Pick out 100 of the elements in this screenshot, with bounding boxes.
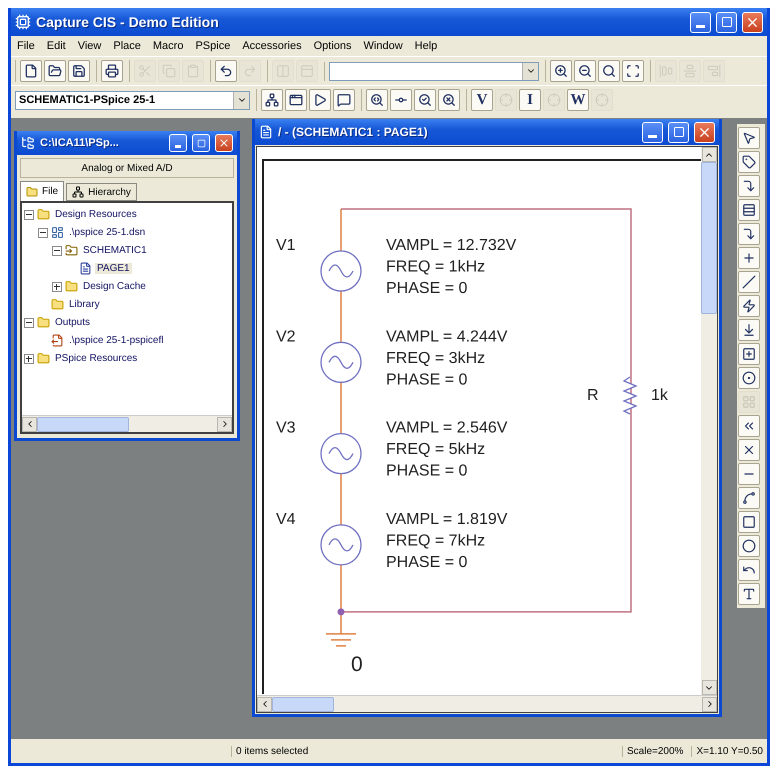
toolbar-button[interactable] [20,60,42,82]
expand-toggle[interactable] [52,282,62,292]
palette-button[interactable] [738,343,760,365]
marker-icon [595,93,609,107]
tree-item[interactable]: Design Cache [81,281,148,292]
collapse-toggle[interactable] [52,246,62,256]
palette-button[interactable] [738,295,760,317]
ground-symbol [326,633,356,647]
tree-item[interactable]: Outputs [53,317,92,328]
minimize-button[interactable] [642,122,663,142]
palette-button[interactable] [738,415,760,437]
ac-source-symbol [320,250,362,292]
toolbar-button[interactable] [414,89,436,111]
scroll-left-button[interactable] [22,416,37,432]
scroll-right-button[interactable] [217,416,232,432]
tree-item[interactable]: Library [67,299,102,310]
part-label: V3 [276,420,296,437]
palette-button[interactable] [738,367,760,389]
toolbar-button[interactable]: I [519,89,541,111]
toolbar-button[interactable] [333,89,355,111]
palette-button[interactable] [738,583,760,605]
palette-button[interactable] [738,151,760,173]
toolbar-button[interactable]: V [471,89,493,111]
menu-item[interactable]: Accessories [242,40,302,52]
toolbar-button[interactable] [261,89,283,111]
close-button[interactable] [742,12,763,32]
tab[interactable]: Hierarchy [66,183,137,201]
pin-icon [742,395,756,409]
toolbar-button[interactable] [44,60,66,82]
toolbar-button[interactable] [574,60,596,82]
toolbar-button[interactable] [438,89,460,111]
palette-button[interactable] [738,511,760,533]
tab[interactable]: File [20,181,64,201]
toolbar-button[interactable] [598,60,620,82]
bus-icon [742,227,756,241]
menu-item[interactable]: Edit [46,40,66,52]
tree-item[interactable]: SCHEMATIC1 [81,245,149,256]
menu-item[interactable]: Help [414,40,438,52]
palette-button[interactable] [738,487,760,509]
palette-button[interactable] [738,223,760,245]
toolbar-button[interactable] [215,60,237,82]
menu-item[interactable]: Macro [152,40,184,52]
page-icon [24,64,38,78]
toolbar-button[interactable] [622,60,644,82]
palette-button[interactable] [738,559,760,581]
palette-button[interactable] [738,319,760,341]
toolbar-button[interactable] [390,89,412,111]
maximize-button[interactable] [716,12,737,32]
close-button[interactable] [215,134,233,152]
palette-button[interactable] [738,127,760,149]
tree-item[interactable]: .\pspice 25-1-pspicefl [67,335,166,346]
tree-item[interactable]: PSpice Resources [53,353,140,364]
palette-button[interactable] [738,247,760,269]
palette-button[interactable] [738,439,760,461]
scroll-up-button[interactable] [702,147,716,162]
menu-item[interactable]: View [78,40,102,52]
maximize-button[interactable] [668,122,689,142]
zoom-out-icon [578,64,592,78]
toolbar-button[interactable] [550,60,572,82]
menu-item[interactable]: File [17,40,35,52]
folder-icon [65,280,78,293]
resistor-symbol [622,376,638,415]
design-file-icon [51,226,64,239]
palette-button[interactable] [738,175,760,197]
toolbar-button[interactable] [285,89,307,111]
toolbar-button[interactable] [309,89,331,111]
palette-button[interactable] [738,535,760,557]
expand-toggle[interactable] [24,354,34,364]
minimize-button[interactable] [169,134,187,152]
tree-item[interactable]: .\pspice 25-1.dsn [67,227,148,238]
collapse-toggle[interactable] [24,318,34,328]
minimize-button[interactable] [690,12,711,32]
close-button[interactable] [694,122,715,142]
maximize-button[interactable] [192,134,210,152]
scrollbar-thumb[interactable] [272,696,334,712]
menu-item[interactable]: Place [113,40,141,52]
scrollbar-thumb[interactable] [37,416,129,432]
collapse-toggle[interactable] [24,210,34,220]
scroll-left-button[interactable] [257,696,272,712]
toolbar-button[interactable]: W [567,89,589,111]
scissors-icon [138,64,152,78]
schematic-dropdown[interactable]: SCHEMATIC1-PSpice 25-1 [15,90,250,110]
hierarchy-icon [72,186,84,198]
scrollbar-thumb[interactable] [701,162,717,314]
palette-button[interactable] [738,271,760,293]
menu-item[interactable]: Window [364,40,403,52]
scroll-down-button[interactable] [702,680,716,695]
menu-item[interactable]: Options [314,40,352,52]
toolbar-button[interactable] [68,60,90,82]
menu-item[interactable]: PSpice [195,40,230,52]
scroll-right-button[interactable] [702,696,717,712]
tree-item[interactable]: Design Resources [53,209,139,220]
dropdown-field[interactable] [329,62,539,80]
tree-item[interactable]: PAGE1 [95,263,132,274]
mode-button[interactable]: Analog or Mixed A/D [20,158,234,178]
palette-button[interactable] [738,199,760,221]
toolbar-button[interactable] [366,89,388,111]
part-label: V2 [276,328,296,346]
toolbar-button[interactable] [101,60,123,82]
collapse-toggle[interactable] [38,228,48,238]
